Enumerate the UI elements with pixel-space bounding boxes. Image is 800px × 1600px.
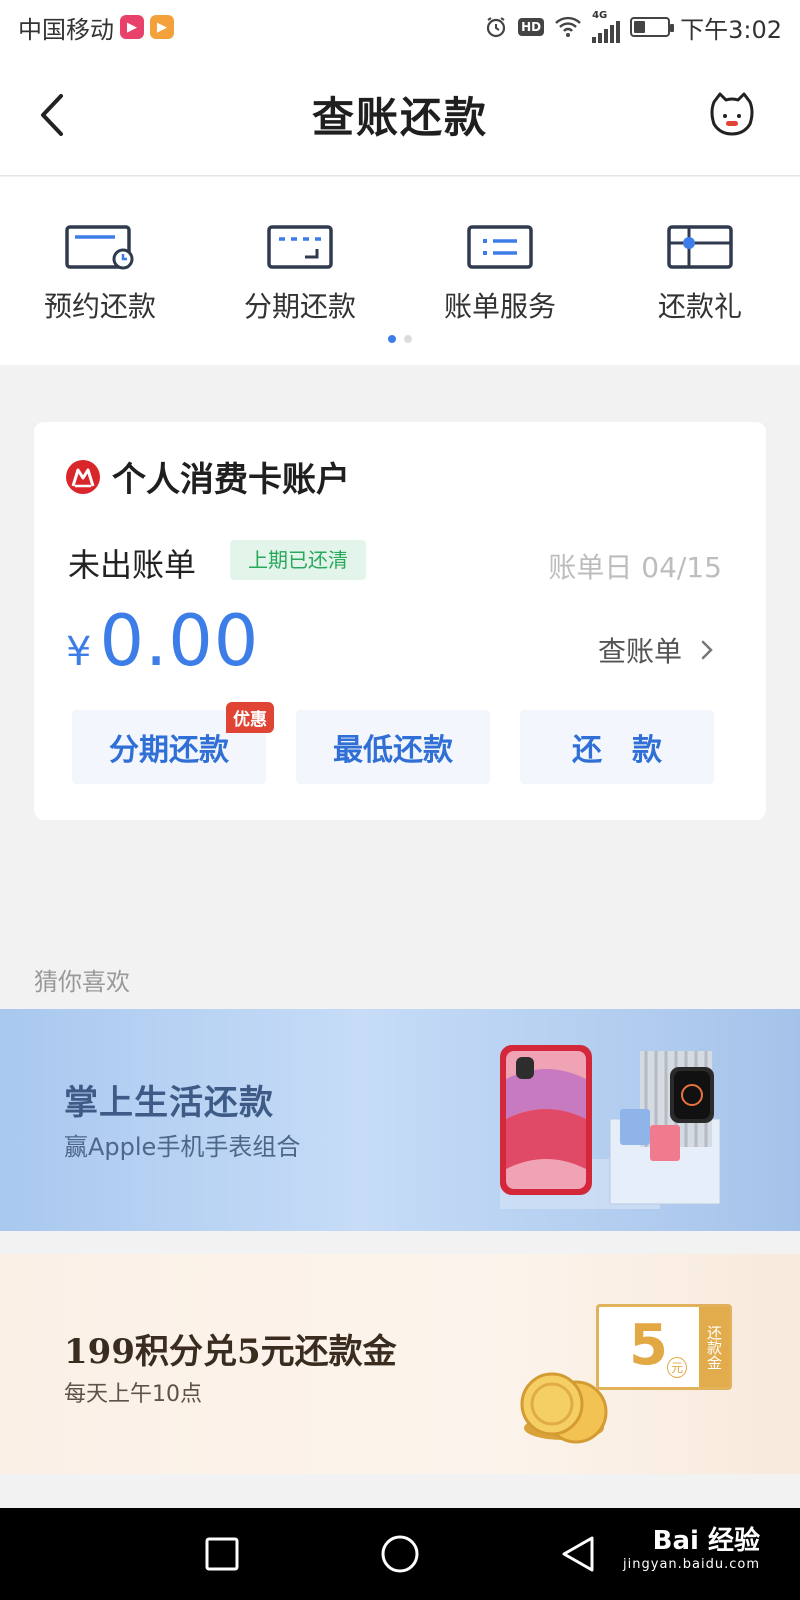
page-dot xyxy=(404,335,412,343)
repay-button[interactable]: 还 款 xyxy=(520,710,714,784)
bill-status-badge: 上期已还清 xyxy=(230,540,366,580)
square-icon xyxy=(205,1537,239,1571)
back-nav-button[interactable] xyxy=(556,1532,600,1576)
battery-icon xyxy=(630,17,675,37)
minimum-payment-button[interactable]: 最低还款 xyxy=(296,710,490,784)
home-button[interactable] xyxy=(378,1532,422,1576)
status-right: HD 4G 下午3:02 xyxy=(484,10,782,45)
media-app-icon: ▶ xyxy=(150,15,174,39)
wifi-icon xyxy=(554,16,582,38)
watermark-url: jingyan.baidu.com xyxy=(623,1557,760,1572)
quick-action-label: 账单服务 xyxy=(443,290,556,323)
amount-value: 0.00 xyxy=(99,600,260,682)
signal-icon: 4G xyxy=(592,10,621,43)
bill-amount: ¥ 0.00 xyxy=(66,600,259,682)
card-clock-icon xyxy=(65,225,134,270)
page-dot-active xyxy=(388,335,396,343)
card-installment-icon xyxy=(267,225,333,269)
watermark-brand: Bai 经验 xyxy=(652,1526,760,1556)
network-type: 4G xyxy=(592,10,608,21)
coupon-value: 5 xyxy=(629,1313,668,1378)
currency-symbol: ¥ xyxy=(66,629,92,675)
system-nav-bar: Bai 经验 jingyan.baidu.com xyxy=(0,1508,800,1600)
cat-mascot-icon xyxy=(710,92,754,136)
account-title: 个人消费卡账户 xyxy=(112,460,350,500)
hd-badge: HD xyxy=(518,18,545,36)
quick-action-label: 预约还款 xyxy=(43,290,156,323)
bank-logo-icon xyxy=(66,459,100,494)
coupon-label: 还款金 xyxy=(699,1307,729,1387)
circle-icon xyxy=(381,1535,419,1573)
banner-title: 掌上生活还款 xyxy=(64,1083,274,1123)
alarm-icon xyxy=(484,15,508,39)
installment-label: 分期还款 xyxy=(109,733,229,768)
bill-label: 未出账单 xyxy=(68,546,197,584)
installment-button[interactable]: 分期还款 优惠 xyxy=(72,702,274,784)
quick-action-label: 还款礼 xyxy=(657,290,742,323)
view-bill-link[interactable]: 查账单 xyxy=(598,630,714,670)
customer-service-button[interactable] xyxy=(708,90,756,138)
battery-level xyxy=(634,21,646,33)
status-time: 下午3:02 xyxy=(680,15,782,44)
bill-date: 账单日 04/15 xyxy=(548,551,722,584)
carrier-name: 中国移动 xyxy=(18,15,114,44)
quick-action-scheduled-repay[interactable]: 预约还款 xyxy=(20,223,180,325)
chevron-right-icon xyxy=(701,640,713,660)
account-card: 个人消费卡账户 未出账单 上期已还清 账单日 04/15 ¥ 0.00 查账单 … xyxy=(34,422,766,820)
recent-apps-button[interactable] xyxy=(200,1532,244,1576)
quick-action-repay-gift[interactable]: 还款礼 xyxy=(620,223,780,325)
page-indicator xyxy=(0,335,800,343)
minimum-payment-label: 最低还款 xyxy=(333,733,453,768)
banner-title: 199积分兑5元还款金 xyxy=(64,1332,397,1372)
repay-label: 还 款 xyxy=(572,733,662,768)
coupon-unit: 元 xyxy=(667,1357,688,1378)
bill-list-icon xyxy=(467,225,533,269)
phone-watch-illustration xyxy=(500,1045,721,1209)
view-bill-label: 查账单 xyxy=(597,635,682,668)
video-app-icon: ▶ xyxy=(120,15,144,39)
page-title: 查账还款 xyxy=(311,93,488,142)
quick-action-installment[interactable]: 分期还款 xyxy=(220,223,380,325)
banner-subtitle: 赢Apple手机手表组合 xyxy=(64,1133,301,1161)
banner-subtitle: 每天上午10点 xyxy=(64,1382,202,1407)
app-header: 查账还款 xyxy=(0,54,800,176)
account-header: 个人消费卡账户 xyxy=(66,452,350,501)
gift-card-icon xyxy=(667,225,733,269)
promo-banner-points[interactable]: 199积分兑5元还款金 每天上午10点 5 元 还款金 xyxy=(0,1254,800,1474)
quick-action-label: 分期还款 xyxy=(243,290,356,323)
baidu-watermark: Bai 经验 jingyan.baidu.com xyxy=(623,1520,760,1572)
status-bar: 中国移动 ▶ ▶ HD 4G 下午3:02 xyxy=(0,0,800,54)
status-left: 中国移动 ▶ ▶ xyxy=(18,10,174,45)
quick-actions: 预约还款 分期还款 账单服务 还款礼 xyxy=(0,177,800,365)
promo-banner-apple[interactable]: 掌上生活还款 赢Apple手机手表组合 xyxy=(0,1009,800,1231)
triangle-back-icon xyxy=(562,1536,594,1572)
repay-coupon: 5 元 还款金 xyxy=(596,1304,732,1390)
promo-tag: 优惠 xyxy=(226,702,274,733)
recommend-section-title: 猜你喜欢 xyxy=(34,968,130,996)
quick-action-bill-service[interactable]: 账单服务 xyxy=(420,223,580,325)
